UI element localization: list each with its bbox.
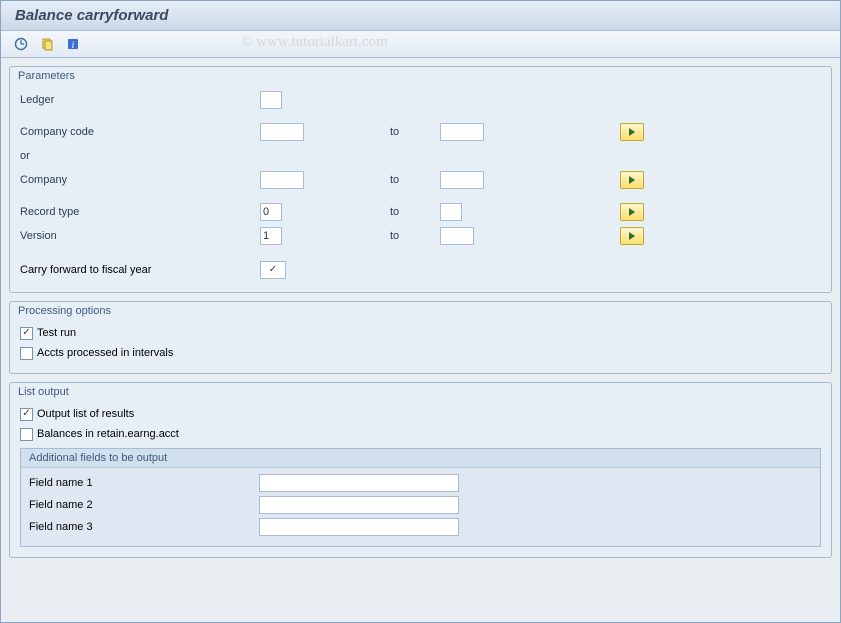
test-run-row: Test run	[20, 323, 821, 343]
record-type-row: Record type to	[20, 200, 821, 224]
execute-icon[interactable]	[11, 35, 31, 53]
carry-forward-row: Carry forward to fiscal year	[20, 258, 821, 282]
version-to-input[interactable]	[440, 227, 474, 245]
record-type-label: Record type	[20, 206, 260, 218]
ledger-input[interactable]	[260, 91, 282, 109]
record-type-to-input[interactable]	[440, 203, 462, 221]
carry-forward-checkbox[interactable]	[260, 261, 286, 279]
record-type-from-input[interactable]	[260, 203, 282, 221]
arrow-right-icon	[629, 208, 635, 216]
output-list-checkbox[interactable]	[20, 408, 33, 421]
processing-options-title: Processing options	[10, 302, 831, 319]
field3-input[interactable]	[259, 518, 459, 536]
balances-retained-row: Balances in retain.earng.acct	[20, 424, 821, 444]
svg-text:i: i	[72, 40, 75, 51]
company-code-multi-button[interactable]	[620, 123, 644, 141]
additional-fields-title: Additional fields to be output	[21, 449, 820, 468]
field2-input[interactable]	[259, 496, 459, 514]
test-run-label: Test run	[37, 327, 76, 339]
company-code-row: Company code to	[20, 120, 821, 144]
version-row: Version to	[20, 224, 821, 248]
check-icon	[267, 264, 280, 277]
company-to-input[interactable]	[440, 171, 484, 189]
accts-intervals-label: Accts processed in intervals	[37, 347, 173, 359]
arrow-right-icon	[629, 232, 635, 240]
balances-retained-checkbox[interactable]	[20, 428, 33, 441]
variant-icon[interactable]	[37, 35, 57, 53]
info-icon[interactable]: i	[63, 35, 83, 53]
field1-label: Field name 1	[29, 477, 259, 489]
page-title: Balance carryforward	[1, 1, 840, 31]
list-output-group: List output Output list of results Balan…	[9, 382, 832, 558]
record-type-multi-button[interactable]	[620, 203, 644, 221]
test-run-checkbox[interactable]	[20, 327, 33, 340]
version-from-input[interactable]	[260, 227, 282, 245]
content-area: Parameters Ledger Company code to or	[1, 58, 840, 574]
company-code-to-input[interactable]	[440, 123, 484, 141]
additional-fields-group: Additional fields to be output Field nam…	[20, 448, 821, 547]
company-code-from-input[interactable]	[260, 123, 304, 141]
or-label: or	[20, 150, 260, 162]
output-list-row: Output list of results	[20, 404, 821, 424]
version-to-label: to	[390, 230, 440, 242]
company-label: Company	[20, 174, 260, 186]
version-multi-button[interactable]	[620, 227, 644, 245]
ledger-row: Ledger	[20, 88, 821, 112]
record-type-to-label: to	[390, 206, 440, 218]
parameters-title: Parameters	[10, 67, 831, 84]
field1-row: Field name 1	[29, 472, 812, 494]
company-multi-button[interactable]	[620, 171, 644, 189]
balances-retained-label: Balances in retain.earng.acct	[37, 428, 179, 440]
watermark-text: © www.tutorialkart.com	[241, 34, 388, 51]
company-code-to-label: to	[390, 126, 440, 138]
output-list-label: Output list of results	[37, 408, 134, 420]
accts-intervals-row: Accts processed in intervals	[20, 343, 821, 363]
field3-label: Field name 3	[29, 521, 259, 533]
company-from-input[interactable]	[260, 171, 304, 189]
or-row: or	[20, 144, 821, 168]
list-output-title: List output	[10, 383, 831, 400]
carry-forward-label: Carry forward to fiscal year	[20, 264, 260, 276]
field2-label: Field name 2	[29, 499, 259, 511]
arrow-right-icon	[629, 176, 635, 184]
field2-row: Field name 2	[29, 494, 812, 516]
ledger-label: Ledger	[20, 94, 260, 106]
version-label: Version	[20, 230, 260, 242]
field1-input[interactable]	[259, 474, 459, 492]
company-code-label: Company code	[20, 126, 260, 138]
parameters-group: Parameters Ledger Company code to or	[9, 66, 832, 293]
company-row: Company to	[20, 168, 821, 192]
processing-options-group: Processing options Test run Accts proces…	[9, 301, 832, 374]
field3-row: Field name 3	[29, 516, 812, 538]
company-to-label: to	[390, 174, 440, 186]
toolbar: i © www.tutorialkart.com	[1, 31, 840, 58]
accts-intervals-checkbox[interactable]	[20, 347, 33, 360]
arrow-right-icon	[629, 128, 635, 136]
